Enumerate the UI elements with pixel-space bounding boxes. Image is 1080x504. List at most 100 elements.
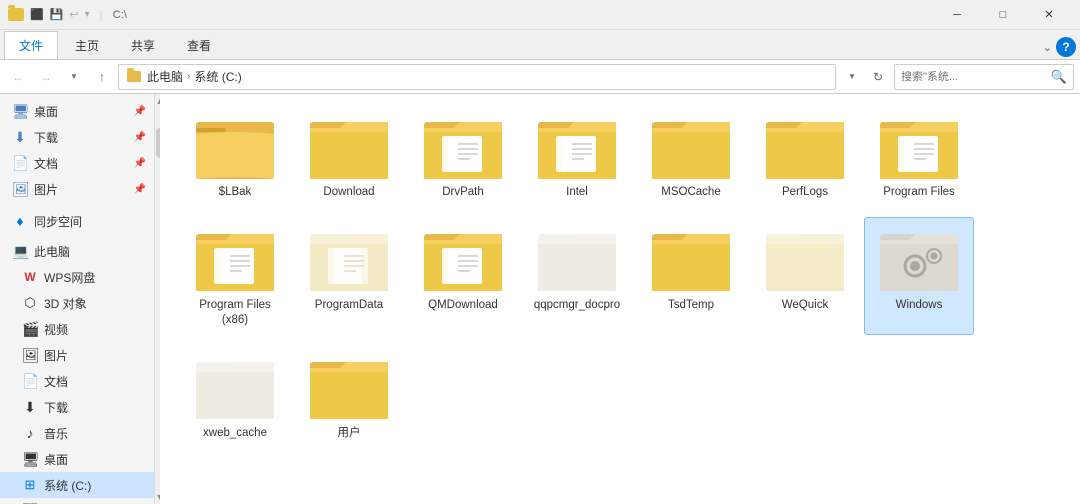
close-button[interactable]: ✕ bbox=[1026, 0, 1072, 30]
folder-windows-icon bbox=[879, 224, 959, 294]
folder-windows[interactable]: Windows bbox=[864, 217, 974, 335]
download2-icon: ⬇ bbox=[22, 399, 38, 416]
sidebar-item-e-drive[interactable]: 💽 本地磁盘 (E:) bbox=[0, 498, 154, 504]
folder-programfiles86[interactable]: Program Files (x86) bbox=[180, 217, 290, 335]
3d-icon: ⬡ bbox=[22, 295, 38, 311]
sidebar-item-pics[interactable]: 🖼 图片 📌 bbox=[0, 176, 154, 202]
folder-slbak-label: $LBak bbox=[219, 185, 252, 200]
docs2-icon: 📄 bbox=[22, 373, 38, 390]
folder-slbak[interactable]: $LBak bbox=[180, 104, 290, 207]
sidebar-item-3d[interactable]: ⬡ 3D 对象 bbox=[0, 290, 154, 316]
path-computer[interactable]: 此电脑 bbox=[147, 68, 183, 85]
folder-users-icon bbox=[309, 352, 389, 422]
sidebar-item-desktop[interactable]: 🖥 桌面 📌 bbox=[0, 98, 154, 124]
folder-intel[interactable]: Intel bbox=[522, 104, 632, 207]
sidebar-item-docs2[interactable]: 📄 文档 bbox=[0, 368, 154, 394]
path-drive[interactable]: 系统 (C:) bbox=[194, 68, 241, 85]
folder-wequick-label: WeQuick bbox=[782, 298, 828, 313]
folder-perflogs[interactable]: PerfLogs bbox=[750, 104, 860, 207]
sidebar-item-download2[interactable]: ⬇ 下载 bbox=[0, 394, 154, 420]
sidebar-item-onedrive[interactable]: ♦ 同步空间 bbox=[0, 208, 154, 234]
folder-wequick-icon bbox=[765, 224, 845, 294]
sidebar-item-video[interactable]: 🎬 视频 bbox=[0, 316, 154, 342]
sidebar-item-label: 音乐 bbox=[44, 425, 68, 442]
folder-drvpath[interactable]: DrvPath bbox=[408, 104, 518, 207]
pin-icon-download: 📌 bbox=[134, 132, 146, 143]
titlebar-dropdown-icon[interactable]: ▾ bbox=[85, 9, 90, 20]
main-area: 🖥 桌面 📌 ⬇ 下载 📌 📄 文档 📌 🖼 图片 📌 bbox=[0, 94, 1080, 504]
folder-xwebcache-label: xweb_cache bbox=[203, 426, 267, 441]
sidebar-item-desktop2[interactable]: 🖥 桌面 bbox=[0, 446, 154, 472]
up-button[interactable]: ↑ bbox=[90, 65, 114, 89]
title-bar: ⬛ 💾 ↩ ▾ | C:\ ─ □ ✕ bbox=[0, 0, 1080, 30]
tab-file[interactable]: 文件 bbox=[4, 31, 58, 59]
folder-programfiles-icon bbox=[879, 111, 959, 181]
folder-xwebcache[interactable]: xweb_cache bbox=[180, 345, 290, 448]
tab-home[interactable]: 主页 bbox=[60, 31, 114, 59]
folder-programdata[interactable]: ProgramData bbox=[294, 217, 404, 335]
sidebar: 🖥 桌面 📌 ⬇ 下载 📌 📄 文档 📌 🖼 图片 📌 bbox=[0, 94, 155, 504]
search-box[interactable]: 🔍 bbox=[894, 64, 1074, 90]
folder-download-icon bbox=[309, 111, 389, 181]
folder-programdata-icon bbox=[309, 224, 389, 294]
sidebar-item-wps[interactable]: W WPS网盘 bbox=[0, 264, 154, 290]
help-button[interactable]: ? bbox=[1056, 37, 1076, 57]
sidebar-item-label: 视频 bbox=[44, 321, 68, 338]
sidebar-item-pics2[interactable]: 🖼 图片 bbox=[0, 342, 154, 368]
folder-qqpcmgr[interactable]: qqpcmgr_docpro bbox=[522, 217, 632, 335]
folder-programfiles-label: Program Files bbox=[883, 185, 955, 200]
path-folder-icon bbox=[127, 71, 141, 82]
address-bar: ← → ▾ ↑ 此电脑 › 系统 (C:) ▾ ↻ 🔍 bbox=[0, 60, 1080, 94]
sidebar-item-label: 此电脑 bbox=[34, 243, 70, 260]
address-path[interactable]: 此电脑 › 系统 (C:) bbox=[118, 64, 836, 90]
quick-access-icon: ⬛ bbox=[30, 8, 44, 21]
minimize-button[interactable]: ─ bbox=[934, 0, 980, 30]
sidebar-item-label: WPS网盘 bbox=[44, 269, 95, 286]
folder-download-label: Download bbox=[323, 185, 374, 200]
folder-perflogs-icon bbox=[765, 111, 845, 181]
folder-qmdownload-label: QMDownload bbox=[428, 298, 498, 313]
sidebar-item-c-drive[interactable]: ⊞ 系统 (C:) bbox=[0, 472, 154, 498]
folder-programfiles86-icon bbox=[195, 224, 275, 294]
folder-wequick[interactable]: WeQuick bbox=[750, 217, 860, 335]
forward-button[interactable]: → bbox=[34, 65, 58, 89]
sidebar-item-download[interactable]: ⬇ 下载 📌 bbox=[0, 124, 154, 150]
folder-drvpath-icon bbox=[423, 111, 503, 181]
folder-download[interactable]: Download bbox=[294, 104, 404, 207]
pics-icon: 🖼 bbox=[12, 181, 28, 198]
desktop-icon: 🖥 bbox=[12, 103, 28, 120]
title-bar-buttons: ─ □ ✕ bbox=[934, 0, 1072, 30]
pics2-icon: 🖼 bbox=[22, 347, 38, 364]
app-icon bbox=[8, 8, 24, 21]
back-button[interactable]: ← bbox=[6, 65, 30, 89]
sidebar-item-label: 桌面 bbox=[44, 451, 68, 468]
folder-programdata-label: ProgramData bbox=[315, 298, 383, 313]
address-dropdown[interactable]: ▾ bbox=[840, 65, 864, 89]
sidebar-item-docs[interactable]: 📄 文档 📌 bbox=[0, 150, 154, 176]
search-input[interactable] bbox=[901, 71, 1047, 83]
folder-msocache-icon bbox=[651, 111, 731, 181]
title-bar-left: ⬛ 💾 ↩ ▾ | C:\ bbox=[8, 8, 127, 22]
sidebar-item-label: 桌面 bbox=[34, 103, 58, 120]
recent-button[interactable]: ▾ bbox=[62, 65, 86, 89]
sidebar-item-label: 文档 bbox=[44, 373, 68, 390]
sidebar-item-music[interactable]: ♪ 音乐 bbox=[0, 420, 154, 446]
folder-intel-icon bbox=[537, 111, 617, 181]
tab-share[interactable]: 共享 bbox=[116, 31, 170, 59]
folder-msocache[interactable]: MSOCache bbox=[636, 104, 746, 207]
folder-users[interactable]: 用户 bbox=[294, 345, 404, 448]
maximize-button[interactable]: □ bbox=[980, 0, 1026, 30]
sidebar-item-label: 下载 bbox=[34, 129, 58, 146]
folder-tsdtemp[interactable]: TsdTemp bbox=[636, 217, 746, 335]
content-area: $LBak Download bbox=[160, 94, 1080, 504]
sidebar-item-this-pc[interactable]: 💻 此电脑 bbox=[0, 238, 154, 264]
download-icon: ⬇ bbox=[12, 129, 28, 146]
video-icon: 🎬 bbox=[22, 321, 38, 338]
folder-tsdtemp-label: TsdTemp bbox=[668, 298, 714, 313]
refresh-button[interactable]: ↻ bbox=[866, 65, 890, 89]
folder-qqpcmgr-label: qqpcmgr_docpro bbox=[534, 298, 620, 313]
folder-qmdownload[interactable]: QMDownload bbox=[408, 217, 518, 335]
folder-programfiles[interactable]: Program Files bbox=[864, 104, 974, 207]
tab-view[interactable]: 查看 bbox=[172, 31, 226, 59]
ribbon-expand-icon[interactable]: ⌄ bbox=[1043, 41, 1052, 54]
